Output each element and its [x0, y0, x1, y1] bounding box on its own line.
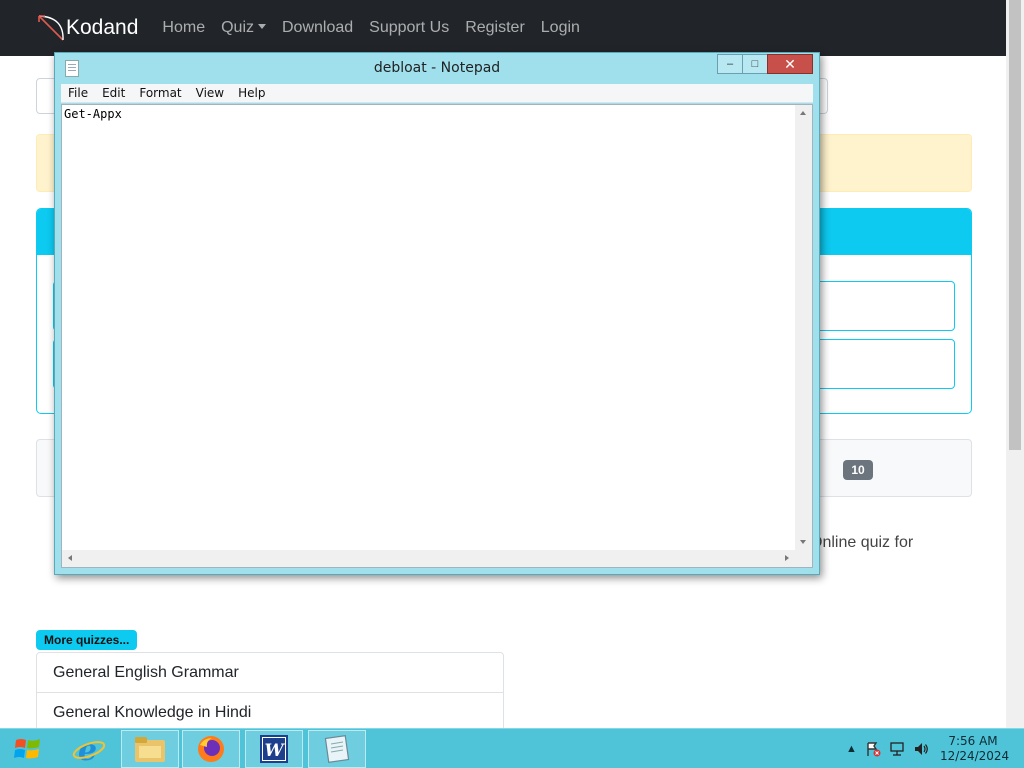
scroll-up-icon[interactable]: [800, 111, 806, 115]
taskbar-firefox[interactable]: [182, 730, 240, 768]
menu-view[interactable]: View: [189, 86, 231, 100]
notepad-content[interactable]: Get-Appx: [64, 107, 122, 121]
close-icon: ✕: [784, 55, 796, 72]
clock-date: 12/24/2024: [940, 749, 1010, 763]
brand-name: Kodand: [66, 16, 139, 39]
taskbar: e W ▲ 7:56 AM 12/24/2024: [0, 728, 1024, 768]
volume-icon[interactable]: [913, 741, 929, 757]
window-controls: – □ ✕: [717, 54, 813, 74]
nav-quiz-label: Quiz: [221, 19, 254, 36]
question-count-badge: 10: [843, 460, 873, 480]
notepad-titlebar[interactable]: debloat - Notepad – □ ✕: [55, 53, 819, 83]
page-scrollbar[interactable]: [1006, 0, 1024, 728]
horizontal-scrollbar[interactable]: [62, 550, 795, 567]
nav-login[interactable]: Login: [541, 19, 580, 37]
svg-text:e: e: [78, 733, 97, 765]
internet-explorer-icon: e: [72, 733, 106, 765]
firefox-icon: [198, 736, 224, 762]
svg-text:W: W: [264, 741, 285, 761]
notepad-text-area[interactable]: Get-Appx: [61, 104, 813, 568]
taskbar-word[interactable]: W: [245, 730, 303, 768]
notepad-icon: [324, 735, 350, 763]
taskbar-file-explorer[interactable]: [121, 730, 179, 768]
vertical-scrollbar[interactable]: [795, 105, 812, 550]
more-quizzes-badge: More quizzes...: [36, 630, 138, 650]
menu-file[interactable]: File: [61, 86, 95, 100]
kodand-logo-icon: [38, 15, 64, 41]
windows-logo-icon: [14, 739, 40, 759]
clock-time: 7:56 AM: [948, 734, 998, 748]
site-navbar: Kodand Home Quiz Download Support Us Reg…: [0, 0, 1006, 56]
menu-help[interactable]: Help: [231, 86, 272, 100]
taskbar-ie[interactable]: e: [60, 730, 118, 768]
scroll-left-icon[interactable]: [68, 555, 72, 561]
minimize-button[interactable]: –: [717, 54, 743, 74]
minimize-icon: –: [726, 58, 734, 70]
nav-download[interactable]: Download: [282, 19, 353, 37]
action-center-flag-icon[interactable]: [865, 741, 881, 757]
folder-icon: [135, 737, 165, 762]
scrollbar-corner: [795, 550, 812, 567]
scroll-down-icon[interactable]: [800, 540, 806, 544]
quiz-link-english-grammar[interactable]: General English Grammar: [36, 652, 504, 693]
notepad-title: debloat - Notepad: [373, 60, 501, 76]
show-hidden-icons-icon[interactable]: ▲: [846, 743, 857, 755]
intro-text: Online quiz for: [810, 534, 914, 551]
brand-link[interactable]: Kodand: [36, 13, 138, 43]
taskbar-notepad[interactable]: [308, 730, 366, 768]
notepad-menubar: File Edit Format View Help: [61, 84, 813, 103]
system-tray: ▲: [842, 729, 933, 768]
caret-down-icon: [258, 24, 266, 29]
nav-quiz-dropdown[interactable]: Quiz: [221, 19, 266, 37]
maximize-icon: □: [751, 58, 759, 70]
maximize-button[interactable]: □: [742, 54, 768, 74]
scroll-right-icon[interactable]: [785, 555, 789, 561]
menu-format[interactable]: Format: [132, 86, 188, 100]
taskbar-clock[interactable]: 7:56 AM 12/24/2024: [940, 734, 1010, 764]
nav-home[interactable]: Home: [162, 19, 205, 37]
start-button[interactable]: [8, 733, 48, 765]
close-button[interactable]: ✕: [767, 54, 813, 74]
word-icon: W: [260, 735, 288, 763]
menu-edit[interactable]: Edit: [95, 86, 132, 100]
network-icon[interactable]: [889, 741, 905, 757]
more-quizzes-list: General English Grammar General Knowledg…: [36, 652, 504, 734]
notepad-window[interactable]: debloat - Notepad – □ ✕ File Edit Format…: [54, 52, 820, 575]
nav-support-us[interactable]: Support Us: [369, 19, 449, 37]
page-scrollbar-thumb[interactable]: [1009, 0, 1021, 450]
nav-register[interactable]: Register: [465, 19, 525, 37]
